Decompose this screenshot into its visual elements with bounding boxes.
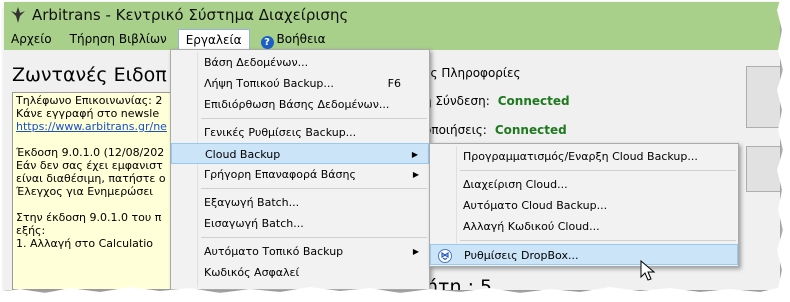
torn-edge-decoration — [0, 0, 790, 302]
